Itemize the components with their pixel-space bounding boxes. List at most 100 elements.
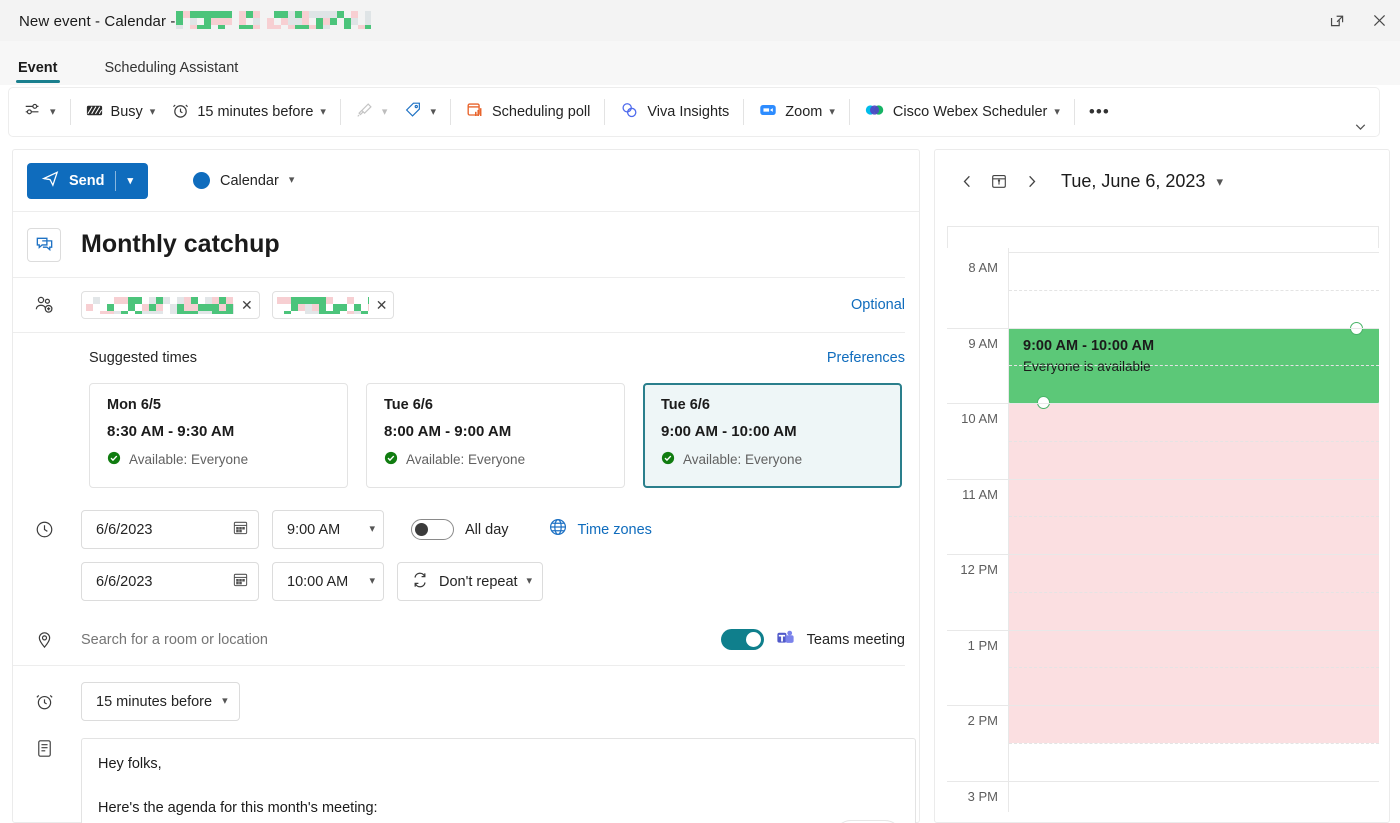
attendees-row: ✕ ✕ Optional [13, 278, 905, 333]
calendar-date-picker[interactable]: Tue, June 6, 2023 ▾ [1061, 171, 1223, 192]
half-hour-gridline [1009, 516, 1379, 518]
reminder-select[interactable]: 15 minutes before ▾ [81, 682, 240, 721]
suggested-time-card-selected[interactable]: Tue 6/6 9:00 AM - 10:00 AM Available: Ev… [643, 383, 902, 488]
calendar-selector-label: Calendar [219, 172, 279, 189]
suggested-time-range: 8:00 AM - 9:00 AM [384, 423, 512, 440]
toolbar-viva-insights-label: Viva Insights [647, 104, 730, 120]
checkmark-circle-icon [661, 451, 675, 468]
toolbar-zoom-button[interactable]: Zoom ▾ [750, 95, 843, 129]
end-time-select[interactable]: 10:00 AM ▾ [272, 562, 384, 601]
ribbon-collapse-icon[interactable] [1352, 118, 1369, 140]
end-fields: 6/6/2023 10:00 AM ▾ Don't repeat ▾ [81, 562, 544, 601]
cisco-webex-icon [864, 100, 886, 124]
send-row: Send ▾ Calendar ▾ [13, 150, 919, 212]
description-lines-icon [27, 738, 61, 823]
gutter-hour-gridline [947, 780, 1009, 782]
reminder-row: 15 minutes before ▾ [13, 682, 919, 721]
toolbar-busy-button[interactable]: Busy ▾ [77, 95, 164, 129]
attendee-pills: ✕ ✕ [81, 291, 395, 319]
suggested-time-range: 8:30 AM - 9:30 AM [107, 423, 235, 440]
close-icon[interactable]: ✕ [241, 297, 253, 314]
location-pin-icon [27, 629, 61, 650]
suggested-time-availability-label: Available: Everyone [406, 452, 526, 467]
location-input[interactable] [81, 631, 641, 648]
toolbar-cisco-webex-label: Cisco Webex Scheduler [892, 104, 1048, 120]
suggested-time-day: Mon 6/5 [107, 397, 161, 413]
body-row: Hey folks, Here's the agenda for this mo… [13, 738, 919, 823]
chevron-right-icon[interactable] [1017, 167, 1045, 195]
event-body-editor[interactable]: Hey folks, Here's the agenda for this mo… [81, 738, 916, 823]
repeat-select[interactable]: Don't repeat ▾ [397, 562, 544, 601]
calendar-color-dot [192, 172, 210, 189]
calendar-allday-strip [947, 226, 1379, 248]
redacted-attendee-name [276, 296, 369, 314]
calendar-day-lane[interactable]: 9:00 AM - 10:00 AM Everyone is available [1009, 248, 1379, 812]
hour-label: 12 PM [960, 562, 998, 577]
chevron-down-icon: ▾ [829, 105, 835, 118]
window-title: New event - Calendar - [19, 11, 372, 30]
teams-meeting-toggle-group: Teams meeting [720, 627, 905, 652]
toolbar-overflow-button[interactable]: ••• [1081, 95, 1118, 129]
suggested-time-card[interactable]: Mon 6/5 8:30 AM - 9:30 AM Available: Eve… [89, 383, 348, 488]
hour-label: 2 PM [967, 713, 998, 728]
suggested-time-card[interactable]: Tue 6/6 8:00 AM - 9:00 AM Available: Eve… [366, 383, 625, 488]
toolbar-viva-insights-button[interactable]: Viva Insights [611, 95, 737, 129]
busy-status-icon [85, 101, 104, 124]
tab-scheduling-assistant[interactable]: Scheduling Assistant [103, 60, 241, 85]
calendar-today-icon[interactable] [985, 167, 1013, 195]
toolbar-divider [848, 99, 850, 125]
tag-icon [403, 100, 423, 124]
repeat-value: Don't repeat [439, 573, 518, 590]
event-form-pane: Send ▾ Calendar ▾ Monthly catchup ✕ ✕ Op… [12, 149, 920, 823]
calendar-preview-pane: Tue, June 6, 2023 ▾ 8 AM 9 AM 10 AM 11 AM 12… [934, 149, 1390, 823]
toolbar-divider [339, 99, 341, 125]
half-hour-gridline [1009, 289, 1379, 291]
suggested-time-availability-label: Available: Everyone [129, 452, 249, 467]
suggested-time-day: Tue 6/6 [661, 397, 710, 413]
toolbar-scheduling-poll-button[interactable]: Scheduling poll [457, 95, 598, 129]
toolbar-divider [604, 99, 606, 125]
close-icon[interactable] [1358, 0, 1400, 41]
clock-icon [27, 519, 61, 540]
toolbar-reminder-button[interactable]: 15 minutes before ▾ [163, 95, 334, 129]
end-date-input[interactable]: 6/6/2023 [81, 562, 259, 601]
preferences-link[interactable]: Preferences [827, 350, 905, 366]
start-time-select[interactable]: 9:00 AM ▾ [272, 510, 384, 549]
start-date-input[interactable]: 6/6/2023 [81, 510, 259, 549]
toolbar-busy-label: Busy [110, 104, 143, 120]
toolbar-options-button[interactable]: ▾ [15, 95, 64, 129]
attendee-pill[interactable]: ✕ [271, 291, 395, 319]
zoom-app-icon [758, 100, 778, 124]
page-title[interactable]: Monthly catchup [81, 230, 280, 259]
gutter-hour-gridline [947, 629, 1009, 631]
all-day-label: All day [465, 521, 509, 538]
tab-event[interactable]: Event [16, 60, 60, 85]
calendar-grid-scroll[interactable]: 8 AM 9 AM 10 AM 11 AM 12 PM 1 PM 2 PM 3 PM 9:00… [947, 248, 1379, 812]
suggested-times-header: Suggested times Preferences [13, 333, 919, 383]
alarm-clock-icon [171, 101, 190, 124]
gutter-hour-gridline [947, 403, 1009, 404]
toolbar-categorize-button[interactable]: ▾ [395, 95, 444, 129]
calendar-icon[interactable] [232, 519, 249, 540]
chevron-left-icon[interactable] [953, 167, 981, 195]
toolbar-cisco-webex-button[interactable]: Cisco Webex Scheduler ▾ [856, 95, 1068, 129]
time-zones-link[interactable]: Time zones [548, 517, 652, 542]
gutter-hour-gridline [947, 554, 1009, 555]
send-button[interactable]: Send ▾ [27, 162, 148, 199]
attendee-pill[interactable]: ✕ [81, 291, 260, 319]
close-icon[interactable]: ✕ [376, 297, 388, 314]
hour-label: 11 AM [962, 486, 998, 502]
all-day-toggle[interactable] [411, 519, 454, 540]
restore-window-icon[interactable] [1316, 0, 1358, 41]
optional-attendees-link[interactable]: Optional [851, 297, 905, 313]
calendar-icon[interactable] [232, 571, 249, 592]
send-options-caret-icon[interactable]: ▾ [116, 174, 144, 187]
half-hour-gridline [1009, 440, 1379, 442]
tab-scheduling-assistant-label: Scheduling Assistant [104, 60, 239, 76]
calendar-selector[interactable]: Calendar ▾ [192, 172, 294, 189]
toolbar-format-painter-button[interactable]: ▾ [347, 95, 396, 129]
chevron-down-icon: ▾ [430, 105, 436, 118]
hour-label: 9 AM [968, 335, 998, 351]
teams-meeting-toggle[interactable] [720, 629, 764, 650]
end-datetime-row: 6/6/2023 10:00 AM ▾ Don't repeat ▾ [13, 562, 919, 601]
